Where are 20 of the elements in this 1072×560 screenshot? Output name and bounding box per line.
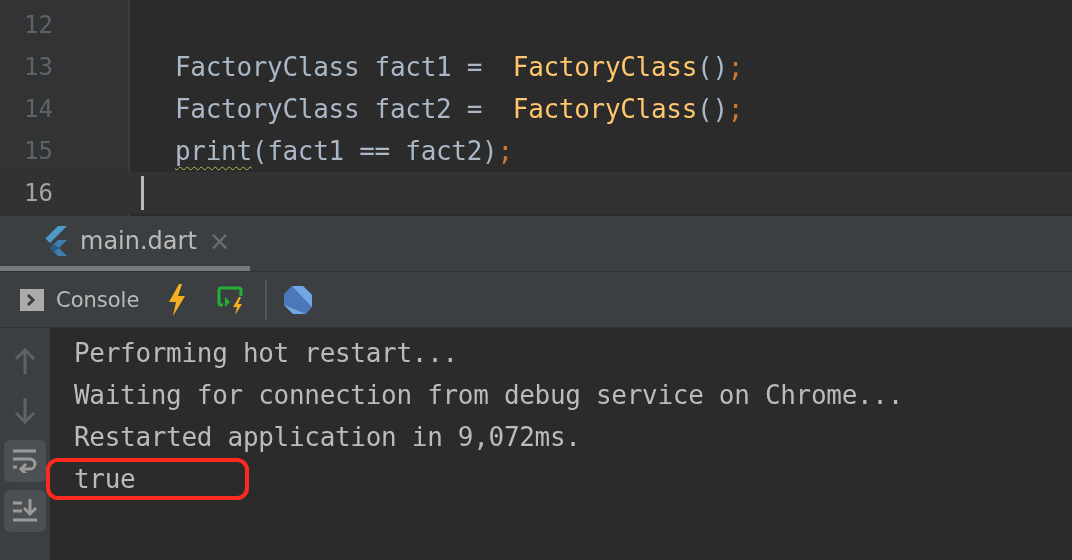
scroll-to-end-icon	[12, 499, 38, 523]
scroll-end-button[interactable]	[4, 490, 46, 532]
console-output-line: Waiting for connection from debug service on Chrome...	[74, 380, 904, 410]
flutter-logo-icon	[44, 226, 68, 256]
code-line: FactoryClass fact2 = FactoryClass();	[174, 94, 744, 124]
console-output-line: Performing hot restart...	[74, 338, 458, 368]
code-line: FactoryClass fact1 = FactoryClass();	[174, 52, 744, 82]
lightning-icon[interactable]	[167, 283, 188, 316]
line-number: 16	[23, 179, 54, 207]
down-arrow-icon	[14, 398, 36, 424]
console-icon	[20, 288, 44, 311]
tab-label: main.dart	[80, 227, 197, 255]
soft-wrap-icon	[12, 449, 38, 473]
wrap-button[interactable]	[4, 440, 46, 482]
text-caret	[141, 176, 144, 210]
code-line: print(fact1 == fact2);	[174, 136, 513, 166]
dart-logo-icon[interactable]	[283, 284, 314, 315]
console-output-line: Restarted application in 9,072ms.	[74, 422, 581, 452]
console-tab[interactable]: Console	[56, 287, 140, 312]
up-arrow-icon	[14, 348, 36, 374]
